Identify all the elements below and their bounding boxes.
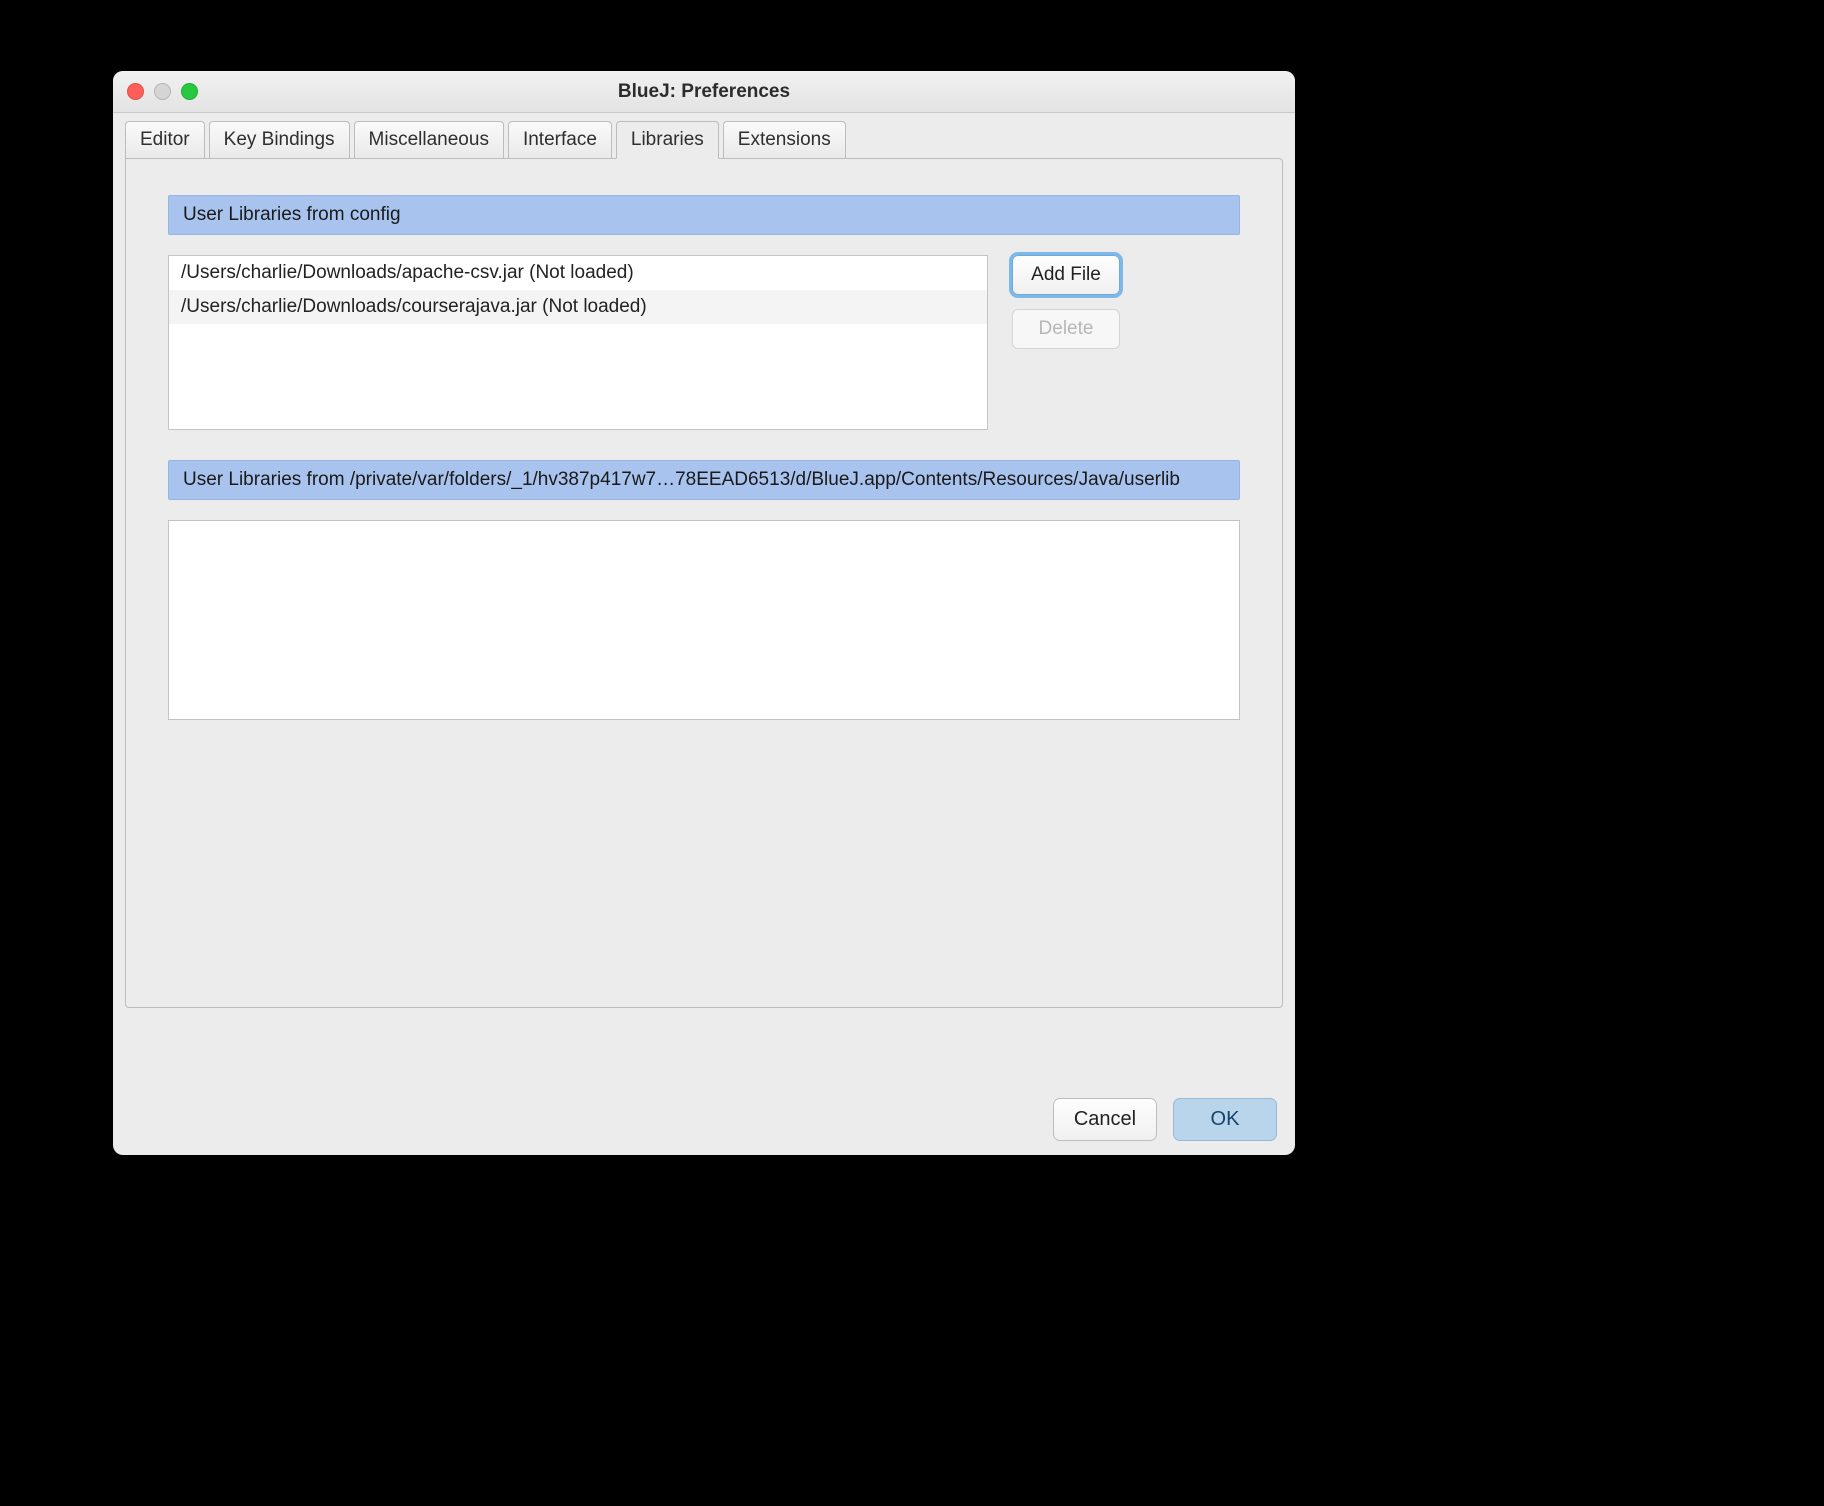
tab-interface[interactable]: Interface [508,121,612,159]
close-icon[interactable] [127,83,144,100]
config-libs-list[interactable]: /Users/charlie/Downloads/apache-csv.jar … [168,255,988,430]
tabs: Editor Key Bindings Miscellaneous Interf… [113,113,1295,159]
list-item[interactable]: /Users/charlie/Downloads/apache-csv.jar … [169,256,987,290]
tab-extensions[interactable]: Extensions [723,121,846,159]
userlib-heading: User Libraries from /private/var/folders… [168,460,1240,500]
ok-button[interactable]: OK [1173,1098,1277,1141]
cancel-button[interactable]: Cancel [1053,1098,1157,1141]
tab-miscellaneous[interactable]: Miscellaneous [354,121,504,159]
window-controls [127,83,198,100]
list-item[interactable]: /Users/charlie/Downloads/courserajava.ja… [169,290,987,324]
add-file-button[interactable]: Add File [1012,255,1120,295]
tab-libraries[interactable]: Libraries [616,121,719,159]
window-title: BlueJ: Preferences [618,81,790,103]
tab-editor[interactable]: Editor [125,121,205,159]
tab-key-bindings[interactable]: Key Bindings [209,121,350,159]
minimize-icon [154,83,171,100]
preferences-window: BlueJ: Preferences Editor Key Bindings M… [113,71,1295,1155]
userlib-list[interactable] [168,520,1240,720]
config-libs-heading: User Libraries from config [168,195,1240,235]
titlebar: BlueJ: Preferences [113,71,1295,113]
libraries-panel: User Libraries from config /Users/charli… [125,158,1283,1008]
zoom-icon[interactable] [181,83,198,100]
dialog-buttons: Cancel OK [1053,1098,1277,1141]
delete-button: Delete [1012,309,1120,349]
